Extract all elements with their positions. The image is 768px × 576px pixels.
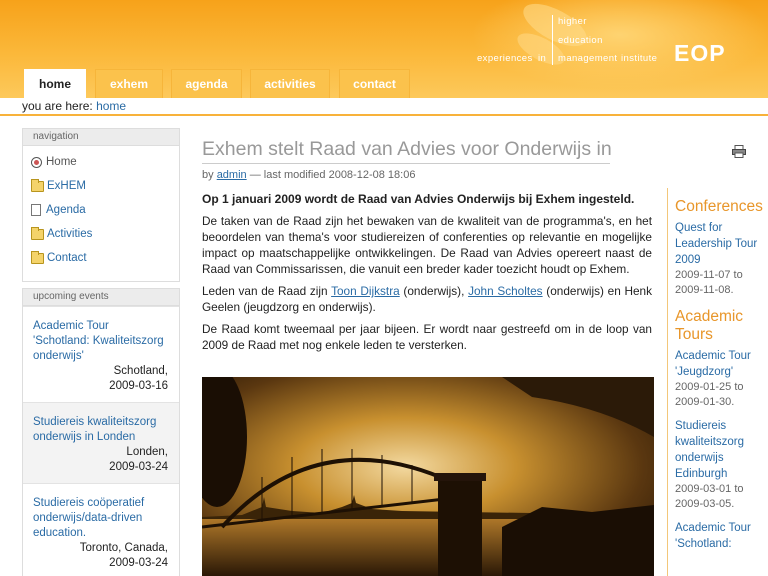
article-paragraph: De taken van de Raad zijn het bewaken va…: [202, 214, 652, 276]
right-column: Conferences Quest for Leadership Tour 20…: [667, 188, 768, 576]
site-header: higher education experiences in manageme…: [0, 0, 768, 98]
nav-item-home[interactable]: Home: [23, 150, 179, 174]
logo-divider: [552, 15, 553, 65]
logo-word: in: [538, 53, 547, 64]
text-run: (onderwijs),: [399, 284, 469, 298]
event-location: Schotland,: [113, 365, 168, 377]
article-photo: [202, 377, 654, 576]
conference-link[interactable]: Quest for Leadership Tour 2009: [675, 220, 768, 268]
event-title-link[interactable]: Studiereis kwaliteitszorg onderwijs in L…: [33, 415, 168, 445]
list-item: Quest for Leadership Tour 2009 2009-11-0…: [675, 220, 768, 298]
nav-item-activities[interactable]: Activities: [23, 222, 179, 246]
event-location: Londen,: [126, 446, 168, 458]
tab-contact[interactable]: contact: [339, 69, 410, 98]
breadcrumb: you are here: home: [0, 98, 768, 116]
tour-link[interactable]: Academic Tour 'Jeugdzorg': [675, 348, 768, 380]
nav-item-label: Contact: [47, 252, 87, 264]
breadcrumb-prefix: you are here:: [22, 99, 93, 113]
folder-icon: [31, 250, 44, 264]
tab-activities[interactable]: activities: [250, 69, 330, 98]
section-heading-academic-tours: Academic Tours: [675, 308, 744, 343]
item-dates: 2009-11-07 to 2009-11-08.: [675, 269, 743, 296]
home-icon: [31, 156, 42, 168]
tab-exhem[interactable]: exhem: [95, 69, 163, 98]
upcoming-events-header: upcoming events: [23, 289, 179, 306]
nav-item-label: Home: [46, 156, 77, 168]
logo-word: institute: [621, 53, 658, 64]
article-lead: Op 1 januari 2009 wordt de Raad van Advi…: [202, 192, 635, 206]
article-byline: by admin — last modified 2008-12-08 18:0…: [202, 169, 656, 181]
event-date: 2009-03-24: [109, 557, 168, 569]
logo-word: management: [558, 53, 618, 64]
logo-word: experiences: [477, 53, 533, 64]
event-item: Academic Tour 'Schotland: Kwaliteitszorg…: [23, 306, 179, 402]
event-location: Toronto, Canada,: [79, 542, 168, 554]
nav-item-agenda[interactable]: Agenda: [23, 198, 179, 222]
tab-agenda[interactable]: agenda: [171, 69, 242, 98]
print-icon[interactable]: [732, 145, 746, 158]
navigation-portlet: navigation Home ExHEM Agenda Activities …: [22, 128, 180, 282]
page-title: Exhem stelt Raad van Advies voor Onderwi…: [202, 138, 612, 164]
tour-link[interactable]: Academic Tour 'Schotland:: [675, 520, 768, 552]
byline-by: by: [202, 169, 214, 181]
logo-word: higher: [558, 16, 587, 27]
member-link-toon-dijkstra[interactable]: Toon Dijkstra: [331, 284, 400, 298]
nav-item-contact[interactable]: Contact: [23, 246, 179, 270]
tab-home[interactable]: home: [24, 69, 86, 98]
list-item: Academic Tour 'Jeugdzorg' 2009-01-25 to …: [675, 348, 768, 410]
item-dates: 2009-03-01 to 2009-03-05.: [675, 483, 744, 510]
article: Exhem stelt Raad van Advies voor Onderwi…: [202, 138, 656, 353]
event-title-link[interactable]: Academic Tour 'Schotland: Kwaliteitszorg…: [33, 319, 168, 364]
breadcrumb-home-link[interactable]: home: [96, 99, 126, 113]
byline-modified: — last modified 2008-12-08 18:06: [249, 169, 416, 181]
logo-word: education: [558, 35, 603, 46]
brand-logo[interactable]: EOP: [674, 40, 726, 67]
event-item: Studiereis coöperatief onderwijs/data-dr…: [23, 483, 179, 576]
event-item: Studiereis kwaliteitszorg onderwijs in L…: [23, 402, 179, 483]
list-item: Studiereis kwaliteitszorg onderwijs Edin…: [675, 418, 768, 512]
item-dates: 2009-01-25 to 2009-01-30.: [675, 381, 744, 408]
text-run: Leden van de Raad zijn: [202, 284, 332, 298]
folder-icon: [31, 178, 44, 192]
nav-item-exhem[interactable]: ExHEM: [23, 174, 179, 198]
nav-item-label: Agenda: [46, 204, 86, 216]
section-heading-conferences: Conferences: [675, 198, 763, 215]
member-link-john-scholtes[interactable]: John Scholtes: [468, 284, 543, 298]
navigation-header: navigation: [23, 129, 179, 146]
nav-item-label: Activities: [47, 228, 93, 240]
folder-icon: [31, 226, 44, 240]
tour-link[interactable]: Studiereis kwaliteitszorg onderwijs Edin…: [675, 418, 768, 482]
event-date: 2009-03-24: [109, 461, 168, 473]
article-paragraph: Leden van de Raad zijn Toon Dijkstra (on…: [202, 283, 652, 315]
page-icon: [31, 204, 41, 216]
list-item: Academic Tour 'Schotland:: [675, 520, 768, 552]
author-link[interactable]: admin: [217, 169, 247, 181]
event-date: 2009-03-16: [109, 380, 168, 392]
article-paragraph: De Raad komt tweemaal per jaar bijeen. E…: [202, 322, 652, 352]
event-title-link[interactable]: Studiereis coöperatief onderwijs/data-dr…: [33, 496, 168, 541]
nav-item-label: ExHEM: [47, 180, 86, 192]
upcoming-events-portlet: upcoming events Academic Tour 'Schotland…: [22, 288, 180, 576]
